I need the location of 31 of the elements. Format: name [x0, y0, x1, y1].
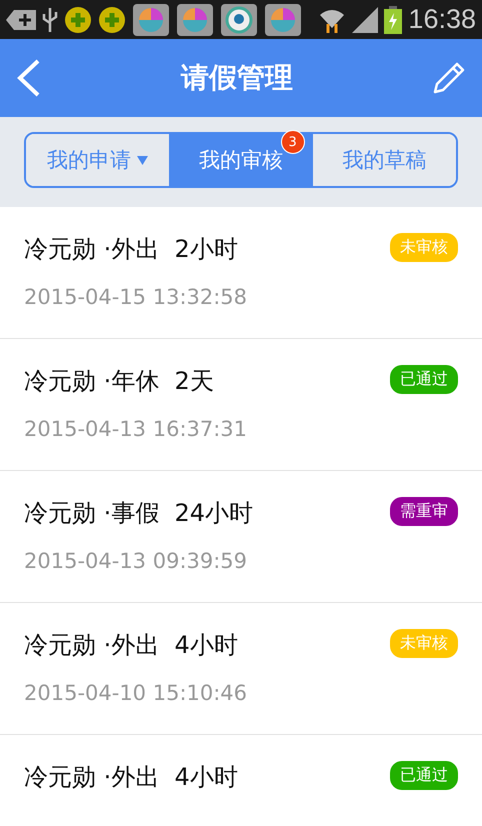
notification-icon: [6, 8, 36, 32]
request-title: 冷元勋 ·外出 4小时: [24, 630, 238, 661]
app-icon: [220, 2, 258, 36]
request-title: 冷元勋 ·外出 2小时: [24, 234, 238, 265]
status-time: 16:38: [408, 4, 476, 35]
request-title: 冷元勋 ·年休 2天: [24, 366, 214, 397]
app-icon: [176, 2, 214, 36]
count-badge: 3: [280, 130, 305, 154]
edit-button[interactable]: [432, 61, 466, 95]
status-badge: 需重审: [390, 497, 458, 526]
status-badge: 已通过: [390, 365, 458, 394]
request-time: 2015-04-10 15:10:46: [24, 681, 248, 705]
back-icon: [16, 59, 42, 97]
usb-icon: [42, 6, 58, 34]
battery-icon: [384, 6, 402, 34]
request-title: 冷元勋 ·事假 24小时: [24, 498, 254, 529]
status-badge: 未审核: [390, 629, 458, 658]
plus-app-icon: [64, 6, 92, 34]
request-time: 2015-04-13 16:37:31: [24, 417, 248, 441]
plus-app-icon: [98, 6, 126, 34]
app-icon: [264, 2, 302, 36]
page-title: 请假管理: [181, 60, 293, 96]
request-title: 冷元勋 ·外出 4小时: [24, 762, 238, 793]
app-icon: [132, 2, 170, 36]
request-time: 2015-04-15 13:32:58: [24, 285, 248, 309]
status-badge: 已通过: [390, 761, 458, 790]
signal-icon: [352, 6, 378, 32]
request-time: 2015-04-13 09:39:59: [24, 549, 248, 573]
back-button[interactable]: [16, 59, 42, 97]
pencil-icon: [432, 61, 466, 95]
status-badge: 未审核: [390, 233, 458, 262]
